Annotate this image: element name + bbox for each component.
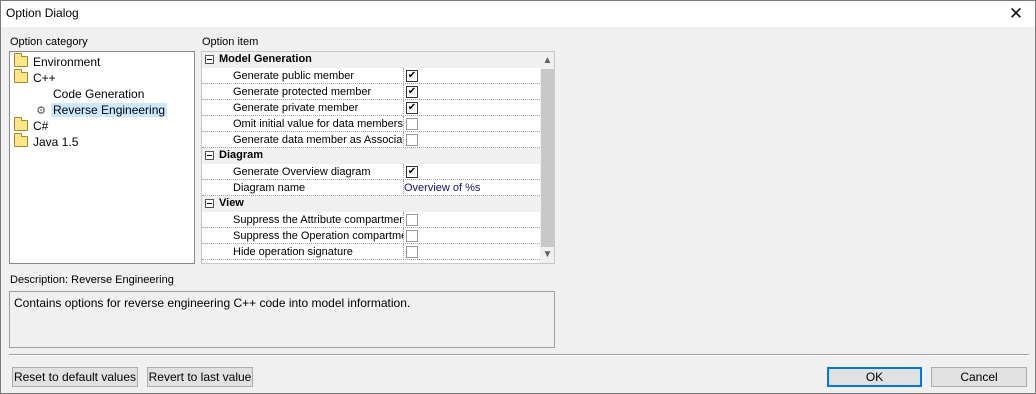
gear-icon: ⚙ bbox=[36, 105, 46, 117]
column-divider bbox=[403, 100, 404, 116]
tree-item-label: C# bbox=[33, 119, 49, 133]
tree-item-label: C++ bbox=[33, 71, 56, 85]
property-name: Generate protected member bbox=[233, 86, 372, 98]
scroll-up-icon[interactable]: ▲ bbox=[540, 54, 554, 68]
property-checkbox[interactable]: ✔ bbox=[406, 102, 418, 114]
column-divider bbox=[403, 68, 404, 84]
column-divider bbox=[403, 132, 404, 148]
option-category-label: Option category bbox=[10, 36, 88, 48]
close-icon: ✕ bbox=[1008, 4, 1024, 23]
tree-item[interactable]: ⚙ Reverse Engineering bbox=[34, 102, 168, 118]
grid-property-row[interactable]: Generate private member ✔ bbox=[202, 100, 540, 116]
column-divider bbox=[403, 212, 404, 228]
property-checkbox[interactable] bbox=[406, 246, 418, 258]
tree-item[interactable]: C# bbox=[14, 117, 49, 134]
grid-property-row[interactable]: Omit initial value for data members bbox=[202, 116, 540, 132]
tree-item-label: Environment bbox=[33, 55, 101, 69]
property-name: Omit initial value for data members bbox=[233, 118, 403, 130]
description-label: Description: Reverse Engineering bbox=[10, 274, 174, 286]
column-divider bbox=[403, 116, 404, 132]
property-checkbox[interactable] bbox=[406, 214, 418, 226]
tree-item[interactable]: Code Generation bbox=[53, 86, 144, 102]
column-divider bbox=[403, 228, 404, 244]
scrollbar-thumb[interactable] bbox=[541, 69, 554, 247]
tree-item[interactable]: Environment bbox=[14, 53, 101, 70]
grid-property-row[interactable]: Generate public member ✔ bbox=[202, 68, 540, 84]
grid-property-row[interactable]: Generate data member as Association bbox=[202, 132, 540, 148]
reset-defaults-button[interactable]: Reset to default values bbox=[12, 367, 138, 387]
property-value[interactable]: Overview of %s bbox=[404, 182, 480, 194]
grid-property-row[interactable]: Generate protected member ✔ bbox=[202, 84, 540, 100]
grid-property-row[interactable]: Generate Overview diagram ✔ bbox=[202, 164, 540, 180]
grid-category-label: Diagram bbox=[219, 149, 264, 161]
column-divider bbox=[403, 244, 404, 260]
folder-icon bbox=[14, 133, 28, 147]
property-checkbox[interactable] bbox=[406, 134, 418, 146]
property-checkbox[interactable] bbox=[406, 230, 418, 242]
vertical-scrollbar[interactable]: ▲ ▼ bbox=[540, 52, 554, 263]
footer-divider bbox=[9, 354, 1029, 356]
window-title: Option Dialog bbox=[6, 6, 79, 20]
property-name: Generate data member as Association bbox=[233, 134, 403, 146]
folder-icon bbox=[14, 69, 28, 83]
tree-item-label: Java 1.5 bbox=[33, 135, 79, 149]
revert-last-value-button[interactable]: Revert to last value bbox=[147, 367, 253, 387]
description-box: Contains options for reverse engineering… bbox=[9, 291, 555, 348]
tree-item[interactable]: Java 1.5 bbox=[14, 133, 79, 150]
grid-property-row[interactable]: Suppress the Operation compartment bbox=[202, 228, 540, 244]
property-name: Suppress the Operation compartment bbox=[233, 230, 403, 242]
grid-category-row[interactable]: Diagram bbox=[202, 148, 540, 164]
grid-property-row[interactable]: Hide operation signature bbox=[202, 244, 540, 260]
cancel-button[interactable]: Cancel bbox=[931, 367, 1027, 387]
description-text: Contains options for reverse engineering… bbox=[14, 296, 411, 310]
folder-icon bbox=[14, 53, 28, 67]
property-name: Generate public member bbox=[233, 70, 355, 82]
tree-item-label: Reverse Engineering bbox=[51, 103, 168, 117]
property-grid[interactable]: ▲ ▼ Model Generation Generate public memb… bbox=[201, 51, 555, 264]
property-checkbox[interactable]: ✔ bbox=[406, 86, 418, 98]
collapse-icon[interactable] bbox=[205, 55, 214, 64]
scroll-down-icon[interactable]: ▼ bbox=[540, 248, 554, 262]
grid-property-row[interactable]: Suppress the Attribute compartment bbox=[202, 212, 540, 228]
close-button[interactable]: ✕ bbox=[1001, 3, 1031, 25]
category-tree[interactable]: Environment C++ Code Generation ⚙ Reverse En… bbox=[9, 51, 195, 264]
title-bar[interactable]: Option Dialog ✕ bbox=[1, 1, 1035, 27]
collapse-icon[interactable] bbox=[205, 199, 214, 208]
property-name: Suppress the Attribute compartment bbox=[233, 214, 403, 226]
grid-category-row[interactable]: View bbox=[202, 196, 540, 212]
grid-category-label: View bbox=[219, 197, 244, 209]
tree-item[interactable]: C++ bbox=[14, 69, 56, 86]
grid-category-row[interactable]: Model Generation bbox=[202, 52, 540, 68]
property-checkbox[interactable]: ✔ bbox=[406, 166, 418, 178]
column-divider bbox=[403, 84, 404, 100]
property-name: Generate Overview diagram bbox=[233, 166, 371, 178]
option-item-label: Option item bbox=[202, 36, 259, 48]
property-name: Generate private member bbox=[233, 102, 359, 114]
property-checkbox[interactable]: ✔ bbox=[406, 70, 418, 82]
tree-item-label: Code Generation bbox=[53, 87, 145, 101]
ok-button[interactable]: OK bbox=[827, 367, 922, 387]
column-divider bbox=[403, 164, 404, 180]
folder-icon bbox=[14, 117, 28, 131]
property-name: Diagram name bbox=[233, 182, 306, 194]
collapse-icon[interactable] bbox=[205, 151, 214, 160]
property-checkbox[interactable] bbox=[406, 118, 418, 130]
grid-property-row[interactable]: Diagram name Overview of %s bbox=[202, 180, 540, 196]
property-name: Hide operation signature bbox=[233, 246, 353, 258]
option-dialog: Option Dialog ✕ Option category Environm… bbox=[0, 0, 1036, 394]
grid-category-label: Model Generation bbox=[219, 53, 312, 65]
